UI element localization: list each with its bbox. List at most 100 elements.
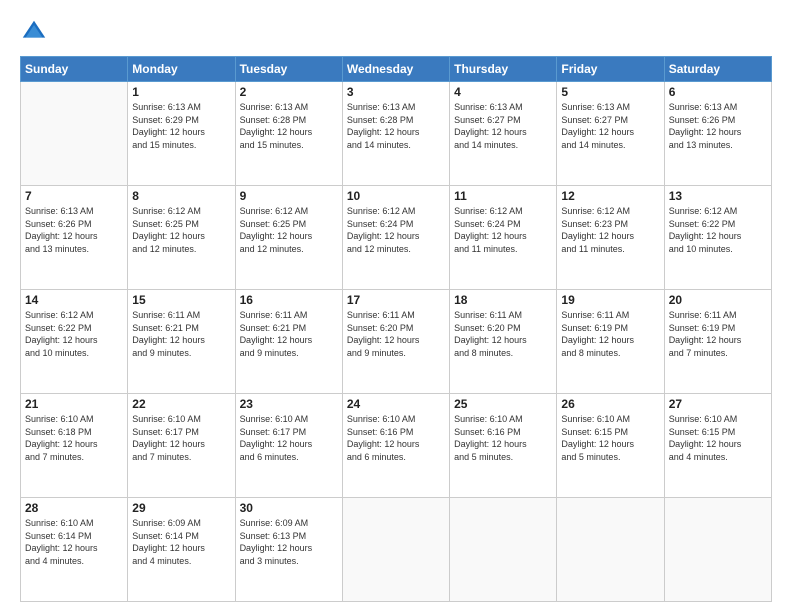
calendar-week-4: 28 Sunrise: 6:10 AM Sunset: 6:14 PM Dayli… (21, 498, 772, 602)
day-number: 30 (240, 501, 338, 515)
calendar-cell: 7 Sunrise: 6:13 AM Sunset: 6:26 PM Daylig… (21, 186, 128, 290)
day-info: Sunrise: 6:13 AM Sunset: 6:27 PM Dayligh… (561, 101, 659, 151)
day-info: Sunrise: 6:10 AM Sunset: 6:17 PM Dayligh… (132, 413, 230, 463)
calendar-cell: 8 Sunrise: 6:12 AM Sunset: 6:25 PM Daylig… (128, 186, 235, 290)
calendar-cell: 22 Sunrise: 6:10 AM Sunset: 6:17 PM Dayli… (128, 394, 235, 498)
calendar-cell: 23 Sunrise: 6:10 AM Sunset: 6:17 PM Dayli… (235, 394, 342, 498)
day-number: 27 (669, 397, 767, 411)
calendar-week-1: 7 Sunrise: 6:13 AM Sunset: 6:26 PM Daylig… (21, 186, 772, 290)
day-info: Sunrise: 6:13 AM Sunset: 6:28 PM Dayligh… (240, 101, 338, 151)
day-info: Sunrise: 6:10 AM Sunset: 6:15 PM Dayligh… (669, 413, 767, 463)
day-info: Sunrise: 6:12 AM Sunset: 6:23 PM Dayligh… (561, 205, 659, 255)
day-number: 12 (561, 189, 659, 203)
calendar-cell: 3 Sunrise: 6:13 AM Sunset: 6:28 PM Daylig… (342, 82, 449, 186)
day-number: 7 (25, 189, 123, 203)
day-info: Sunrise: 6:11 AM Sunset: 6:20 PM Dayligh… (347, 309, 445, 359)
calendar-cell: 21 Sunrise: 6:10 AM Sunset: 6:18 PM Dayli… (21, 394, 128, 498)
day-info: Sunrise: 6:11 AM Sunset: 6:21 PM Dayligh… (132, 309, 230, 359)
day-number: 10 (347, 189, 445, 203)
header-tuesday: Tuesday (235, 57, 342, 82)
calendar-week-0: 1Sunrise: 6:13 AM Sunset: 6:29 PM Daylig… (21, 82, 772, 186)
day-number: 13 (669, 189, 767, 203)
day-info: Sunrise: 6:12 AM Sunset: 6:22 PM Dayligh… (669, 205, 767, 255)
day-number: 24 (347, 397, 445, 411)
calendar-cell: 6 Sunrise: 6:13 AM Sunset: 6:26 PM Daylig… (664, 82, 771, 186)
header (20, 18, 772, 46)
calendar-cell: 19Sunrise: 6:11 AM Sunset: 6:19 PM Dayli… (557, 290, 664, 394)
day-info: Sunrise: 6:09 AM Sunset: 6:14 PM Dayligh… (132, 517, 230, 567)
day-info: Sunrise: 6:13 AM Sunset: 6:28 PM Dayligh… (347, 101, 445, 151)
day-info: Sunrise: 6:10 AM Sunset: 6:14 PM Dayligh… (25, 517, 123, 567)
day-info: Sunrise: 6:13 AM Sunset: 6:26 PM Dayligh… (25, 205, 123, 255)
header-sunday: Sunday (21, 57, 128, 82)
calendar-cell: 29 Sunrise: 6:09 AM Sunset: 6:14 PM Dayli… (128, 498, 235, 602)
day-number: 20 (669, 293, 767, 307)
day-info: Sunrise: 6:10 AM Sunset: 6:18 PM Dayligh… (25, 413, 123, 463)
calendar-cell: 9 Sunrise: 6:12 AM Sunset: 6:25 PM Daylig… (235, 186, 342, 290)
day-number: 5 (561, 85, 659, 99)
day-info: Sunrise: 6:12 AM Sunset: 6:22 PM Dayligh… (25, 309, 123, 359)
page: SundayMondayTuesdayWednesdayThursdayFrid… (0, 0, 792, 612)
calendar-cell: 16 Sunrise: 6:11 AM Sunset: 6:21 PM Dayli… (235, 290, 342, 394)
day-number: 3 (347, 85, 445, 99)
header-friday: Friday (557, 57, 664, 82)
day-info: Sunrise: 6:11 AM Sunset: 6:21 PM Dayligh… (240, 309, 338, 359)
day-number: 9 (240, 189, 338, 203)
calendar-cell (21, 82, 128, 186)
calendar-cell: 5 Sunrise: 6:13 AM Sunset: 6:27 PM Daylig… (557, 82, 664, 186)
day-info: Sunrise: 6:11 AM Sunset: 6:20 PM Dayligh… (454, 309, 552, 359)
day-number: 16 (240, 293, 338, 307)
calendar-cell: 11 Sunrise: 6:12 AM Sunset: 6:24 PM Dayli… (450, 186, 557, 290)
calendar: SundayMondayTuesdayWednesdayThursdayFrid… (20, 56, 772, 602)
day-info: Sunrise: 6:10 AM Sunset: 6:15 PM Dayligh… (561, 413, 659, 463)
calendar-cell: 2 Sunrise: 6:13 AM Sunset: 6:28 PM Daylig… (235, 82, 342, 186)
calendar-cell: 24 Sunrise: 6:10 AM Sunset: 6:16 PM Dayli… (342, 394, 449, 498)
calendar-week-2: 14 Sunrise: 6:12 AM Sunset: 6:22 PM Dayli… (21, 290, 772, 394)
day-info: Sunrise: 6:11 AM Sunset: 6:19 PM Dayligh… (669, 309, 767, 359)
header-wednesday: Wednesday (342, 57, 449, 82)
calendar-cell: 25 Sunrise: 6:10 AM Sunset: 6:16 PM Dayli… (450, 394, 557, 498)
calendar-week-3: 21 Sunrise: 6:10 AM Sunset: 6:18 PM Dayli… (21, 394, 772, 498)
calendar-cell: 26 Sunrise: 6:10 AM Sunset: 6:15 PM Dayli… (557, 394, 664, 498)
day-info: Sunrise: 6:09 AM Sunset: 6:13 PM Dayligh… (240, 517, 338, 567)
day-info: Sunrise: 6:10 AM Sunset: 6:16 PM Dayligh… (347, 413, 445, 463)
day-info: Sunrise: 6:10 AM Sunset: 6:17 PM Dayligh… (240, 413, 338, 463)
calendar-cell: 1Sunrise: 6:13 AM Sunset: 6:29 PM Daylig… (128, 82, 235, 186)
day-number: 23 (240, 397, 338, 411)
calendar-cell: 30 Sunrise: 6:09 AM Sunset: 6:13 PM Dayli… (235, 498, 342, 602)
calendar-cell: 17 Sunrise: 6:11 AM Sunset: 6:20 PM Dayli… (342, 290, 449, 394)
day-number: 21 (25, 397, 123, 411)
day-number: 6 (669, 85, 767, 99)
day-number: 26 (561, 397, 659, 411)
day-info: Sunrise: 6:10 AM Sunset: 6:16 PM Dayligh… (454, 413, 552, 463)
day-number: 19 (561, 293, 659, 307)
day-number: 4 (454, 85, 552, 99)
calendar-cell (342, 498, 449, 602)
calendar-cell: 27 Sunrise: 6:10 AM Sunset: 6:15 PM Dayli… (664, 394, 771, 498)
day-number: 8 (132, 189, 230, 203)
day-number: 2 (240, 85, 338, 99)
day-number: 14 (25, 293, 123, 307)
calendar-cell: 10 Sunrise: 6:12 AM Sunset: 6:24 PM Dayli… (342, 186, 449, 290)
day-number: 29 (132, 501, 230, 515)
day-number: 17 (347, 293, 445, 307)
logo (20, 18, 52, 46)
day-number: 28 (25, 501, 123, 515)
calendar-header-row: SundayMondayTuesdayWednesdayThursdayFrid… (21, 57, 772, 82)
day-info: Sunrise: 6:12 AM Sunset: 6:25 PM Dayligh… (132, 205, 230, 255)
day-number: 11 (454, 189, 552, 203)
day-info: Sunrise: 6:12 AM Sunset: 6:24 PM Dayligh… (454, 205, 552, 255)
header-saturday: Saturday (664, 57, 771, 82)
day-number: 22 (132, 397, 230, 411)
day-info: Sunrise: 6:12 AM Sunset: 6:24 PM Dayligh… (347, 205, 445, 255)
calendar-cell: 18Sunrise: 6:11 AM Sunset: 6:20 PM Dayli… (450, 290, 557, 394)
header-thursday: Thursday (450, 57, 557, 82)
calendar-cell: 4Sunrise: 6:13 AM Sunset: 6:27 PM Daylig… (450, 82, 557, 186)
day-number: 25 (454, 397, 552, 411)
day-number: 15 (132, 293, 230, 307)
day-info: Sunrise: 6:13 AM Sunset: 6:26 PM Dayligh… (669, 101, 767, 151)
day-number: 1 (132, 85, 230, 99)
calendar-cell: 15 Sunrise: 6:11 AM Sunset: 6:21 PM Dayli… (128, 290, 235, 394)
calendar-cell: 13 Sunrise: 6:12 AM Sunset: 6:22 PM Dayli… (664, 186, 771, 290)
day-info: Sunrise: 6:12 AM Sunset: 6:25 PM Dayligh… (240, 205, 338, 255)
